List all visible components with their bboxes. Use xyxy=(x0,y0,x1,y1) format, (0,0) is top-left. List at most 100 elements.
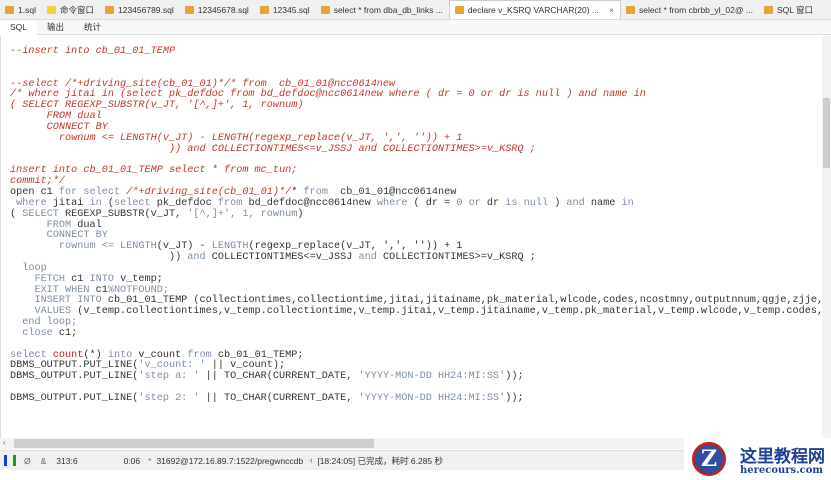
code-token: v_temp; xyxy=(120,273,163,285)
editor-tab-label: 命令窗口 xyxy=(59,4,94,15)
modified-indicator: * xyxy=(148,455,152,466)
editor-tab-label: SQL 窗口 xyxy=(776,4,814,15)
code-token: close xyxy=(10,327,59,339)
code-token: 'YYYY-MON-DD HH24:MI:SS' xyxy=(358,371,506,383)
scroll-left-arrow[interactable]: ‹ xyxy=(3,438,6,447)
code-token: in xyxy=(621,197,634,209)
code-line: )) and COLLECTIONTIMES<=v_JSSJ and COLLE… xyxy=(10,144,822,156)
editor-tab[interactable]: SQL 窗口 xyxy=(759,0,819,19)
watermark-logo: Z 这里教程网 herecours.com xyxy=(684,438,831,480)
editor-tab-label: select * from cbrbb_yl_02@ ... xyxy=(638,4,753,15)
code-line: FROM dual xyxy=(10,111,822,123)
code-token: COLLECTIONTIMES>=v_KSRQ ; xyxy=(382,252,536,264)
code-token: where xyxy=(376,197,414,209)
editor-tab[interactable]: select * from cbrbb_yl_02@ ... xyxy=(621,0,759,19)
vertical-scrollbar[interactable] xyxy=(822,36,831,438)
editor-tab[interactable]: 12345.sql xyxy=(255,0,316,19)
code-token: from xyxy=(303,186,328,198)
result-tab[interactable]: SQL xyxy=(0,19,38,35)
code-token: cb_01_01_TEMP; xyxy=(217,349,304,361)
code-token: in xyxy=(89,197,108,209)
editor-tab[interactable]: 12345678.sql xyxy=(180,0,255,19)
code-token: insert into cb_01_01_TEMP select * from … xyxy=(10,165,298,177)
editor-tab-bar: 1.sql 命令窗口 123456789.sql 12345678.sql 12345.… xyxy=(0,0,831,20)
editor-tab-label: declare v_KSRQ VARCHAR(20) ... xyxy=(467,5,599,15)
sql-file-icon xyxy=(184,5,194,14)
mode-icon: Ø xyxy=(24,455,31,466)
code-token: ( dr = xyxy=(413,197,457,209)
code-token: /*+driving_site(cb_01_01)*/ xyxy=(126,186,292,198)
code-token: ) xyxy=(297,208,304,220)
code-token: select xyxy=(10,349,53,361)
sql-file-icon xyxy=(625,5,635,14)
code-token: c1; xyxy=(58,327,78,339)
code-token: FETCH xyxy=(10,273,72,285)
code-token: FROM xyxy=(10,219,78,231)
code-token: pk_defdoc xyxy=(156,197,218,209)
sql-file-icon xyxy=(320,5,330,14)
code-token: jitai xyxy=(52,197,90,209)
code-token: 'step 2: ' xyxy=(138,393,206,404)
code-token: || v_count); xyxy=(211,360,286,372)
code-token: || TO_CHAR(CURRENT_DATE, xyxy=(205,393,359,404)
editor-tab[interactable]: select * from dba_db_links ... xyxy=(316,0,449,19)
close-tab-icon[interactable]: × xyxy=(609,5,614,15)
code-token: ( xyxy=(10,208,23,220)
editor-tab-label: 12345.sql xyxy=(272,4,310,15)
code-token: REGEXP_SUBSTR(v_JT, xyxy=(65,208,188,220)
code-token: into xyxy=(107,349,139,361)
code-token: and xyxy=(566,197,591,209)
code-token: name xyxy=(590,197,622,209)
result-tab[interactable]: 输出 xyxy=(37,20,74,35)
code-token: DBMS_OUTPUT.PUT_LINE( xyxy=(10,393,139,404)
code-token: rownum <= LENGTH xyxy=(10,241,157,253)
code-token: commit;*/ xyxy=(10,176,66,188)
result-tab-bar: SQL 输出 统计 xyxy=(0,19,831,35)
editor-tab[interactable]: declare v_KSRQ VARCHAR(20) ... × xyxy=(448,0,621,19)
sql-window-icon xyxy=(763,5,773,14)
editor-tab-label: 123456789.sql xyxy=(117,4,174,15)
code-token: COLLECTIONTIMES<=v_JSSJ xyxy=(211,252,359,264)
code-token: count xyxy=(52,349,84,361)
code-token: bd_defdoc@ncc0614new xyxy=(248,197,377,209)
sql-file-icon xyxy=(104,5,114,14)
code-token: CONNECT BY xyxy=(10,121,108,133)
code-token: EXIT WHEN xyxy=(10,284,96,296)
logo-emblem-icon: Z xyxy=(692,442,726,476)
code-token: %NOTFOUND; xyxy=(107,284,169,296)
code-token: VALUES xyxy=(10,306,78,318)
status-indicator-blue xyxy=(4,455,7,466)
code-token: select xyxy=(113,197,157,209)
result-tab[interactable]: 统计 xyxy=(74,20,111,35)
code-token: 0 or xyxy=(456,197,487,209)
code-token: LENGTH xyxy=(211,241,249,253)
code-token: DBMS_OUTPUT.PUT_LINE( xyxy=(10,371,139,383)
code-content[interactable]: --insert into cb_01_01_TEMP --select /*+… xyxy=(10,46,822,405)
code-token: from xyxy=(217,197,249,209)
code-token: rownum <= LENGTH(v_JT) - LENGTH(regexp_r… xyxy=(10,132,463,144)
editor-tab[interactable]: 命令窗口 xyxy=(42,0,100,19)
code-line: close c1; xyxy=(10,327,822,340)
sql-editor[interactable]: --insert into cb_01_01_TEMP --select /*+… xyxy=(0,36,822,438)
code-token: from xyxy=(187,349,218,361)
code-token: loop xyxy=(10,262,47,274)
code-token: and xyxy=(358,252,383,264)
code-token: ) xyxy=(554,197,567,209)
code-token: DBMS_OUTPUT.PUT_LINE( xyxy=(10,360,139,372)
code-token: || TO_CHAR(CURRENT_DATE, xyxy=(205,371,359,383)
code-token: and xyxy=(187,252,212,264)
logo-url: herecours.com xyxy=(740,465,824,476)
code-token: is null xyxy=(505,197,555,209)
editor-tab[interactable]: 123456789.sql xyxy=(100,0,180,19)
vertical-scroll-thumb[interactable] xyxy=(823,98,830,168)
code-token: dual xyxy=(77,219,102,231)
editor-tab-label: select * from dba_db_links ... xyxy=(333,4,443,15)
code-line: insert into cb_01_01_TEMP select * from … xyxy=(10,165,822,177)
horizontal-scroll-thumb[interactable] xyxy=(14,439,374,448)
amp-indicator: & xyxy=(40,455,47,466)
editor-tab[interactable]: 1.sql xyxy=(0,0,42,19)
code-line: )) and COLLECTIONTIMES<=v_JSSJ and COLLE… xyxy=(10,252,822,264)
code-line: --insert into cb_01_01_TEMP xyxy=(10,46,822,58)
code-line: VALUES (v_temp.collectiontimes,v_temp.co… xyxy=(10,306,822,318)
